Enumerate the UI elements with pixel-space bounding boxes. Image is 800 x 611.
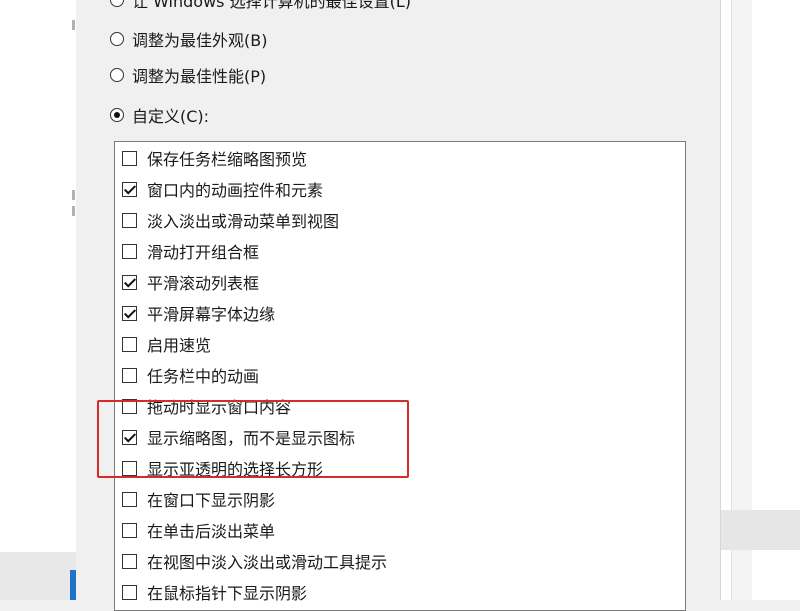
effect-label: 显示缩略图，而不是显示图标 — [147, 429, 356, 448]
radio-circle-icon[interactable] — [110, 68, 124, 82]
radio-custom[interactable]: 自定义(C): — [110, 101, 209, 129]
radio-label: 让 Windows 选择计算机的最佳设置(L) — [132, 0, 411, 11]
background-marker — [72, 206, 75, 216]
background-marker — [72, 20, 75, 30]
checkbox-icon[interactable] — [122, 522, 137, 538]
background-panel — [721, 510, 800, 550]
effect-item-window-shadows[interactable]: 在窗口下显示阴影 — [122, 487, 275, 511]
effect-label: 窗口内的动画控件和元素 — [147, 181, 324, 200]
effect-item-fade-slide-menus[interactable]: 淡入淡出或滑动菜单到视图 — [122, 208, 339, 232]
effect-item-fade-slide-tooltips[interactable]: 在视图中淡入淡出或滑动工具提示 — [122, 549, 387, 573]
radio-selected-icon[interactable] — [110, 108, 124, 122]
effect-label: 在视图中淡入淡出或滑动工具提示 — [147, 553, 388, 572]
radio-best-performance[interactable]: 调整为最佳性能(P) — [110, 61, 266, 89]
effect-item-show-window-contents-drag[interactable]: 拖动时显示窗口内容 — [122, 394, 291, 418]
effect-label: 平滑滚动列表框 — [147, 274, 260, 293]
checkbox-icon[interactable] — [122, 243, 137, 259]
checkbox-icon[interactable] — [122, 212, 137, 228]
checkbox-checked-icon[interactable] — [122, 181, 137, 197]
radio-label: 自定义(C): — [132, 107, 210, 126]
effect-item-fade-menus-after-click[interactable]: 在单击后淡出菜单 — [122, 518, 275, 542]
background-taskbar — [0, 552, 76, 600]
checkbox-icon[interactable] — [122, 367, 137, 383]
checkbox-icon[interactable] — [122, 491, 137, 507]
checkbox-checked-icon[interactable] — [122, 305, 137, 321]
checkbox-icon[interactable] — [122, 398, 137, 414]
effect-label: 任务栏中的动画 — [147, 367, 260, 386]
checkbox-icon[interactable] — [122, 460, 137, 476]
effect-item-taskbar-animations[interactable]: 任务栏中的动画 — [122, 363, 259, 387]
effect-label: 保存任务栏缩略图预览 — [147, 150, 308, 169]
radio-label: 调整为最佳性能(P) — [132, 67, 267, 86]
radio-label: 调整为最佳外观(B) — [132, 31, 268, 50]
effect-item-slide-combo-boxes[interactable]: 滑动打开组合框 — [122, 239, 259, 263]
background-marker — [72, 190, 75, 200]
effect-item-smooth-scroll-list[interactable]: 平滑滚动列表框 — [122, 270, 259, 294]
effect-label: 平滑屏幕字体边缘 — [147, 305, 276, 324]
radio-let-windows-choose[interactable]: 让 Windows 选择计算机的最佳设置(L) — [110, 0, 411, 14]
effect-label: 在鼠标指针下显示阴影 — [147, 584, 308, 603]
checkbox-checked-icon[interactable] — [122, 429, 137, 445]
effect-label: 淡入淡出或滑动菜单到视图 — [147, 212, 340, 231]
radio-best-appearance[interactable]: 调整为最佳外观(B) — [110, 25, 267, 53]
effect-item-smooth-font-edges[interactable]: 平滑屏幕字体边缘 — [122, 301, 275, 325]
effect-item-mouse-pointer-shadow[interactable]: 在鼠标指针下显示阴影 — [122, 580, 307, 604]
effect-label: 启用速览 — [147, 336, 212, 355]
effect-label: 滑动打开组合框 — [147, 243, 260, 262]
checkbox-checked-icon[interactable] — [122, 274, 137, 290]
effect-label: 拖动时显示窗口内容 — [147, 398, 292, 417]
effect-item-enable-peek[interactable]: 启用速览 — [122, 332, 211, 356]
effect-label: 显示亚透明的选择长方形 — [147, 460, 324, 479]
background-window-right — [720, 0, 800, 600]
background-window-left — [0, 0, 77, 600]
effect-label: 在窗口下显示阴影 — [147, 491, 276, 510]
checkbox-icon[interactable] — [122, 584, 137, 600]
radio-circle-icon[interactable] — [110, 32, 124, 46]
effect-item-taskbar-thumbnail-preview[interactable]: 保存任务栏缩略图预览 — [122, 146, 307, 170]
effect-item-translucent-selection-rectangle[interactable]: 显示亚透明的选择长方形 — [122, 456, 323, 480]
visual-effects-dialog: 让 Windows 选择计算机的最佳设置(L) 调整为最佳外观(B) 调整为最佳… — [76, 0, 720, 611]
radio-circle-icon[interactable] — [110, 0, 124, 7]
effect-label: 在单击后淡出菜单 — [147, 522, 276, 541]
checkbox-icon[interactable] — [122, 150, 137, 166]
checkbox-icon[interactable] — [122, 336, 137, 352]
effect-item-animate-controls[interactable]: 窗口内的动画控件和元素 — [122, 177, 323, 201]
checkbox-icon[interactable] — [122, 553, 137, 569]
effect-item-show-thumbnails[interactable]: 显示缩略图，而不是显示图标 — [122, 425, 355, 449]
effects-listbox[interactable]: 保存任务栏缩略图预览 窗口内的动画控件和元素 淡入淡出或滑动菜单到视图 滑动打开… — [114, 141, 686, 611]
